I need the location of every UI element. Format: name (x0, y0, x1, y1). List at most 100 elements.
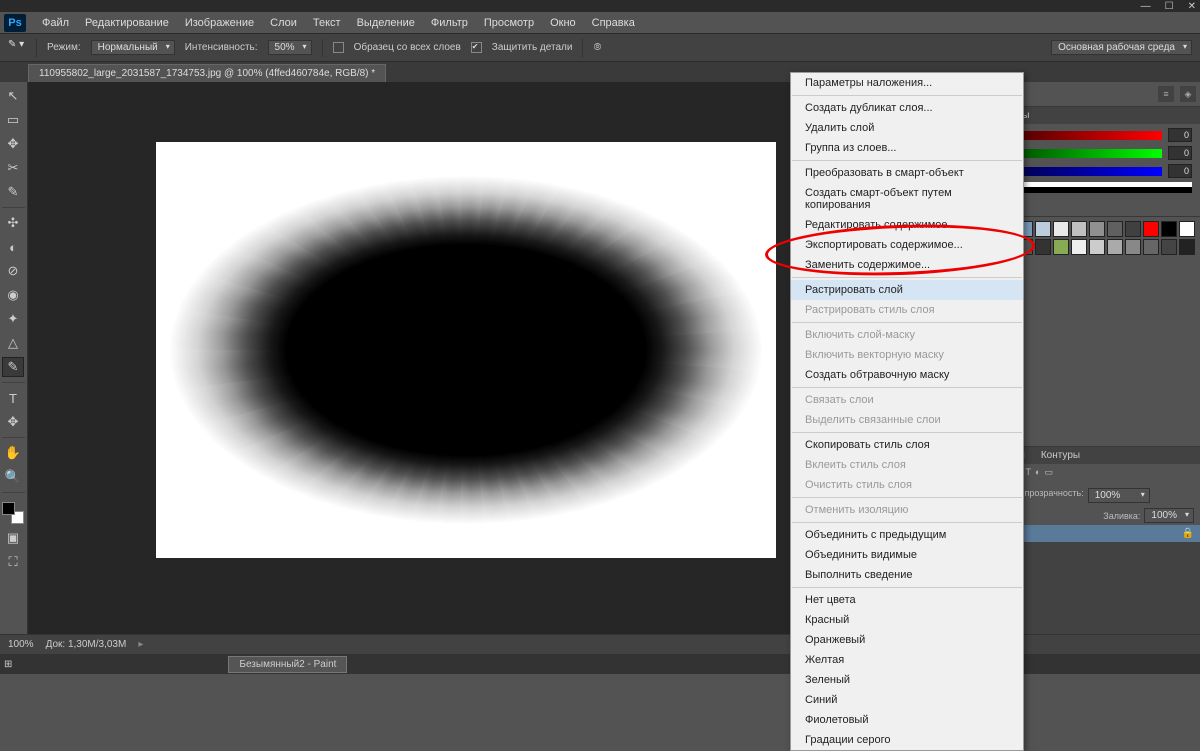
ctx-item[interactable]: Объединить видимые (791, 545, 1023, 565)
ctx-item[interactable]: Выполнить сведение (791, 565, 1023, 585)
tool-sharpen[interactable]: ✎ (2, 357, 24, 377)
swatch[interactable] (1107, 239, 1123, 255)
ctx-item[interactable]: Редактировать содержимое (791, 215, 1023, 235)
swatch[interactable] (1053, 221, 1069, 237)
tab-paths[interactable]: Контуры (1033, 447, 1088, 464)
menu-view[interactable]: Просмотр (484, 17, 534, 29)
filter-icon-3[interactable]: ◐ (1035, 467, 1040, 482)
ctx-item[interactable]: Оранжевый (791, 630, 1023, 650)
swatch[interactable] (1179, 221, 1195, 237)
tool-type[interactable]: T (2, 388, 24, 408)
brush-pressure-icon[interactable]: ⦾ (593, 42, 601, 53)
ctx-item[interactable]: Зеленый (791, 670, 1023, 690)
swatch[interactable] (1071, 239, 1087, 255)
swatch[interactable] (1053, 239, 1069, 255)
maximize-button[interactable]: ☐ (1165, 1, 1174, 12)
zoom-level[interactable]: 100% (8, 639, 34, 650)
menu-select[interactable]: Выделение (357, 17, 415, 29)
ctx-item[interactable]: Нет цвета (791, 590, 1023, 610)
menu-window[interactable]: Окно (550, 17, 576, 29)
intensity-dropdown[interactable]: 50% (268, 40, 312, 55)
swatch[interactable] (1035, 221, 1051, 237)
sample-all-checkbox[interactable] (333, 42, 344, 53)
opacity-dropdown[interactable]: 100% (1088, 488, 1150, 503)
menu-edit[interactable]: Редактирование (85, 17, 169, 29)
value-green[interactable]: 0 (1168, 146, 1192, 160)
filter-icon-4[interactable]: ▭ (1044, 467, 1053, 482)
swatch[interactable] (1179, 239, 1195, 255)
ctx-item[interactable]: Объединить с предыдущим (791, 525, 1023, 545)
tool-move[interactable]: ↖ (2, 86, 24, 106)
tool-gradient[interactable]: △ (2, 333, 24, 353)
document-tab[interactable]: 110955802_large_2031587_1734753.jpg @ 10… (28, 64, 386, 82)
filter-icon-2[interactable]: T (1026, 467, 1032, 482)
panel-icon-2[interactable]: ◈ (1180, 86, 1196, 102)
value-red[interactable]: 0 (1168, 128, 1192, 142)
swatch[interactable] (1071, 221, 1087, 237)
ctx-item[interactable]: Желтая (791, 650, 1023, 670)
swatch[interactable] (1089, 221, 1105, 237)
document-canvas[interactable] (156, 142, 776, 558)
ctx-item[interactable]: Создать дубликат слоя... (791, 98, 1023, 118)
color-swatch-fgbg[interactable] (2, 502, 24, 524)
tool-eyedropper[interactable]: ✎ (2, 182, 24, 202)
ctx-item[interactable]: Градации серого (791, 730, 1023, 750)
ctx-item: Выделить связанные слои (791, 410, 1023, 430)
panel-icon-1[interactable]: ≡ (1158, 86, 1174, 102)
tool-hand[interactable]: ✋ (2, 443, 24, 463)
menu-filter[interactable]: Фильтр (431, 17, 468, 29)
swatch[interactable] (1125, 221, 1141, 237)
minimize-button[interactable]: — (1141, 1, 1151, 12)
task-button[interactable]: Безымянный2 - Paint (228, 656, 347, 673)
tool-eraser[interactable]: ✦ (2, 309, 24, 329)
ctx-item[interactable]: Экспортировать содержимое... (791, 235, 1023, 255)
tool-stamp[interactable]: ⊘ (2, 261, 24, 281)
workspace-dropdown[interactable]: Основная рабочая среда (1051, 40, 1192, 55)
ctx-item[interactable]: Параметры наложения... (791, 73, 1023, 93)
menu-file[interactable]: Файл (42, 17, 69, 29)
swatch[interactable] (1089, 239, 1105, 255)
swatch[interactable] (1143, 239, 1159, 255)
ctx-item[interactable]: Создать смарт-объект путем копирования (791, 183, 1023, 215)
ctx-item[interactable]: Растрировать слой (791, 280, 1023, 300)
close-button[interactable]: ✕ (1188, 1, 1196, 12)
foreground-color-swatch[interactable] (2, 502, 15, 515)
menu-image[interactable]: Изображение (185, 17, 254, 29)
task-icon[interactable]: ⊞ (4, 659, 12, 670)
sample-all-label: Образец со всех слоев (354, 42, 461, 53)
menu-text[interactable]: Текст (313, 17, 341, 29)
ctx-item[interactable]: Красный (791, 610, 1023, 630)
protect-details-checkbox[interactable] (471, 42, 482, 53)
tool-healing[interactable]: ✣ (2, 213, 24, 233)
ctx-item[interactable]: Создать обтравочную маску (791, 365, 1023, 385)
ctx-item[interactable]: Заменить содержимое... (791, 255, 1023, 275)
swatch[interactable] (1125, 239, 1141, 255)
tool-lasso[interactable]: ✥ (2, 134, 24, 154)
ctx-item[interactable]: Удалить слой (791, 118, 1023, 138)
mode-dropdown[interactable]: Нормальный (91, 40, 175, 55)
menu-help[interactable]: Справка (592, 17, 635, 29)
swatch[interactable] (1161, 221, 1177, 237)
swatch[interactable] (1107, 221, 1123, 237)
tool-history-brush[interactable]: ◉ (2, 285, 24, 305)
menu-layers[interactable]: Слои (270, 17, 297, 29)
ctx-item[interactable]: Скопировать стиль слоя (791, 435, 1023, 455)
ctx-item[interactable]: Группа из слоев... (791, 138, 1023, 158)
current-tool-icon[interactable]: ✎ ▾ (8, 39, 26, 57)
swatch[interactable] (1035, 239, 1051, 255)
swatch[interactable] (1143, 221, 1159, 237)
fill-dropdown[interactable]: 100% (1144, 508, 1194, 523)
tool-marquee[interactable]: ▭ (2, 110, 24, 130)
tool-zoom[interactable]: 🔍 (2, 467, 24, 487)
tool-crop[interactable]: ✂ (2, 158, 24, 178)
ctx-item[interactable]: Синий (791, 690, 1023, 710)
ctx-item: Отменить изоляцию (791, 500, 1023, 520)
ctx-item[interactable]: Фиолетовый (791, 710, 1023, 730)
quick-mask-icon[interactable]: ▣ (2, 528, 24, 548)
ctx-item[interactable]: Преобразовать в смарт-объект (791, 163, 1023, 183)
tool-brush[interactable]: ◐ (2, 237, 24, 257)
value-blue[interactable]: 0 (1168, 164, 1192, 178)
tool-path[interactable]: ✥ (2, 412, 24, 432)
swatch[interactable] (1161, 239, 1177, 255)
screen-mode-icon[interactable]: ⛶ (2, 552, 24, 572)
